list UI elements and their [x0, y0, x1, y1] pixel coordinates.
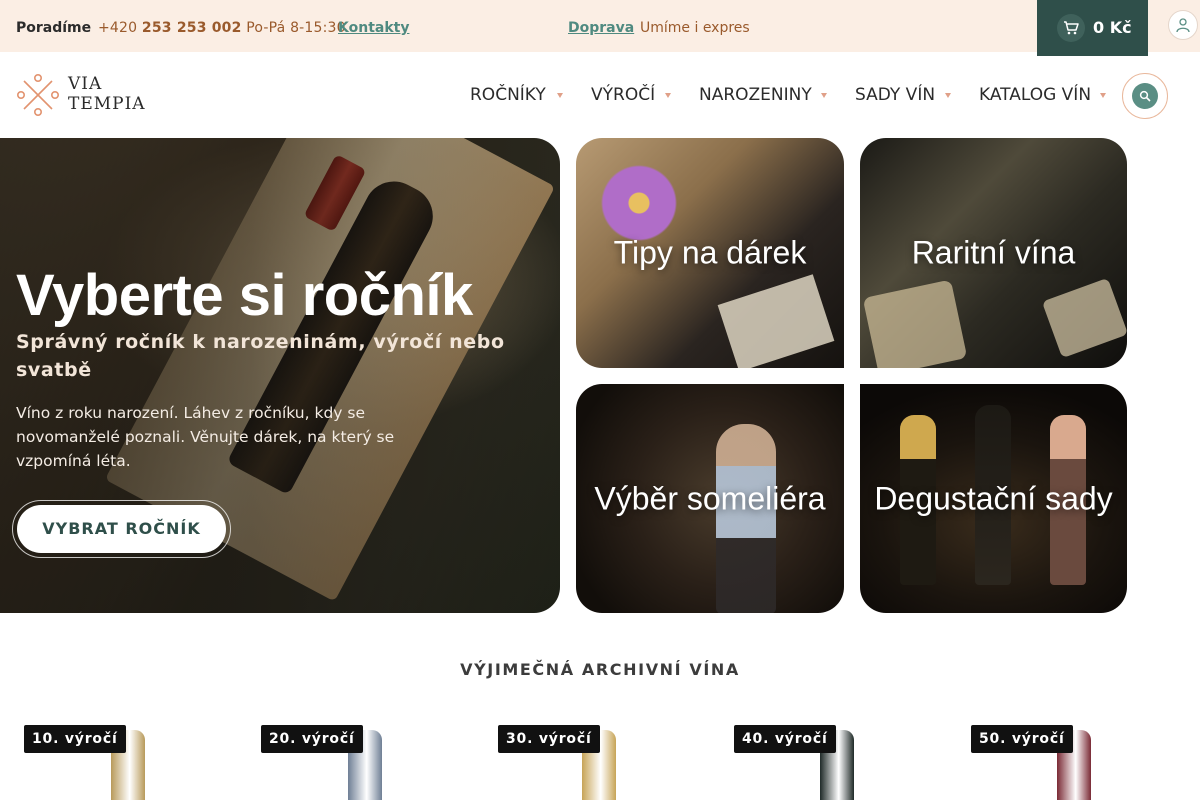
tile-gift-tips-label: Tipy na dárek [613, 234, 807, 271]
search-button[interactable] [1122, 73, 1168, 119]
choose-vintage-button[interactable]: VYBRAT ROČNÍK [17, 505, 226, 553]
contacts-link[interactable]: Kontakty [338, 0, 409, 56]
nav-item-sady-vin[interactable]: SADY VÍN [855, 72, 935, 118]
hero-banner: Vyberte si ročník Správný ročník k naroz… [0, 138, 560, 613]
phone-contact[interactable]: +420 253 253 002 Po-Pá 8-15:30 [98, 0, 346, 56]
anniversary-badge: 20. výročí [261, 725, 363, 753]
cart-icon [1057, 14, 1085, 42]
shipping-link[interactable]: Doprava [568, 0, 634, 56]
product-card[interactable]: 30. výročí [474, 720, 694, 800]
tile-tasting-sets-label: Degustační sady [874, 480, 1113, 516]
chevron-down-icon [665, 93, 671, 98]
main-navigation: ROČNÍKY VÝROČÍ NAROZENINY SADY VÍN KATAL… [0, 72, 1120, 118]
phone-prefix: +420 [98, 20, 138, 36]
nav-item-rocniky[interactable]: ROČNÍKY [470, 72, 546, 118]
tile-tasting-sets[interactable]: Degustační sady [860, 384, 1127, 613]
nav-item-katalog-vin[interactable]: KATALOG VÍN [979, 72, 1091, 118]
search-icon [1132, 83, 1158, 109]
tile-rare-wines[interactable]: Raritní vína [860, 138, 1127, 368]
advice-label: Poradíme [16, 20, 92, 36]
product-card[interactable]: 50. výročí [947, 720, 1167, 800]
tile-image-wine-label [717, 274, 835, 368]
product-card[interactable]: 20. výročí [237, 720, 457, 800]
chevron-down-icon [821, 93, 827, 98]
product-card[interactable]: 40. výročí [710, 720, 930, 800]
phone-number[interactable]: 253 253 002 [142, 20, 242, 36]
section-title: VÝJIMEČNÁ ARCHIVNÍ VÍNA [460, 660, 740, 679]
tile-image-wine-label [1041, 277, 1127, 359]
shipping-note: Umíme i expres [640, 20, 750, 36]
hero-title: Vyberte si ročník [16, 263, 473, 328]
chevron-down-icon [1100, 93, 1106, 98]
hero-subtitle: Správný ročník k narozeninám, výročí neb… [16, 331, 505, 381]
user-icon [1176, 18, 1190, 33]
tile-rare-wines-label: Raritní vína [911, 234, 1076, 271]
chevron-down-icon [557, 93, 563, 98]
cart-total: 0 Kč [1093, 18, 1132, 37]
anniversary-badge: 30. výročí [498, 725, 600, 753]
top-info-bar: Poradíme +420 253 253 002 Po-Pá 8-15:30 … [0, 0, 1200, 52]
cart-button[interactable]: 0 Kč [1037, 0, 1148, 56]
tile-gift-tips[interactable]: Tipy na dárek [576, 138, 844, 368]
opening-hours: Po-Pá 8-15:30 [246, 20, 346, 36]
tile-sommelier-choice-label: Výběr someliéra [594, 480, 826, 516]
tile-image-sommelier [716, 424, 776, 613]
nav-item-vyroci[interactable]: VÝROČÍ [591, 72, 655, 118]
anniversary-badge: 50. výročí [971, 725, 1073, 753]
product-card[interactable]: 10. výročí [0, 720, 220, 800]
anniversary-badge: 10. výročí [24, 725, 126, 753]
hero-description: Víno z roku narození. Láhev z ročníku, k… [16, 404, 395, 470]
user-account-button[interactable] [1168, 10, 1198, 40]
tile-sommelier-choice[interactable]: Výběr someliéra [576, 384, 844, 613]
nav-item-narozeniny[interactable]: NAROZENINY [699, 72, 812, 118]
anniversary-badge: 40. výročí [734, 725, 836, 753]
chevron-down-icon [945, 93, 951, 98]
tile-image-wine-label [862, 279, 968, 368]
